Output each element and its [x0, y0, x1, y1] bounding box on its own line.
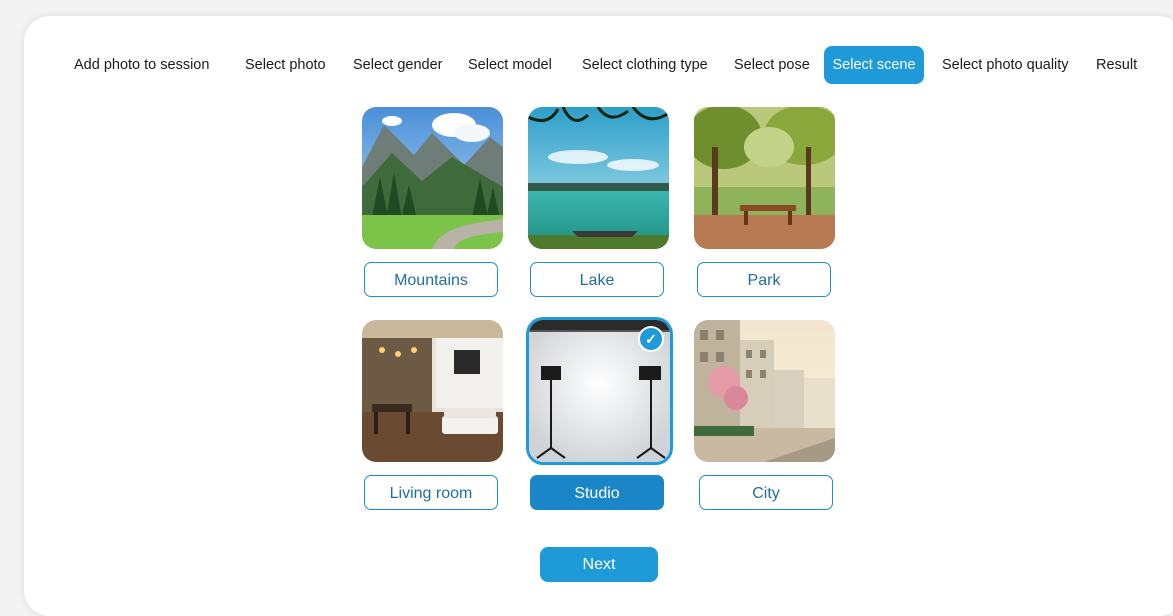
scene-label-living-room[interactable]: Living room	[364, 475, 498, 510]
living-room-image[interactable]	[362, 320, 503, 462]
step-select-model[interactable]: Select model	[468, 46, 552, 84]
scene-label-park[interactable]: Park	[697, 262, 831, 297]
lake-image[interactable]	[528, 107, 669, 249]
wizard-card	[24, 16, 1173, 616]
step-result[interactable]: Result	[1096, 46, 1137, 84]
next-button[interactable]: Next	[540, 547, 658, 582]
city-image[interactable]	[694, 320, 835, 462]
mountains-image[interactable]	[362, 107, 503, 249]
scene-label-mountains[interactable]: Mountains	[364, 262, 498, 297]
step-select-photo-quality[interactable]: Select photo quality	[942, 46, 1069, 84]
step-select-scene[interactable]: Select scene	[824, 46, 924, 84]
step-select-pose[interactable]: Select pose	[734, 46, 810, 84]
step-select-photo[interactable]: Select photo	[245, 46, 326, 84]
scene-label-lake[interactable]: Lake	[530, 262, 664, 297]
scene-label-city[interactable]: City	[699, 475, 833, 510]
step-select-clothing-type[interactable]: Select clothing type	[582, 46, 708, 84]
park-image[interactable]	[694, 107, 835, 249]
step-add-photo-to-session[interactable]: Add photo to session	[74, 46, 209, 84]
checkmark-icon: ✓	[638, 326, 664, 352]
studio-image[interactable]: ✓	[529, 320, 670, 462]
step-select-gender[interactable]: Select gender	[353, 46, 442, 84]
scene-label-studio[interactable]: Studio	[530, 475, 664, 510]
step-navigation: Add photo to session Select photo Select…	[0, 46, 1173, 86]
